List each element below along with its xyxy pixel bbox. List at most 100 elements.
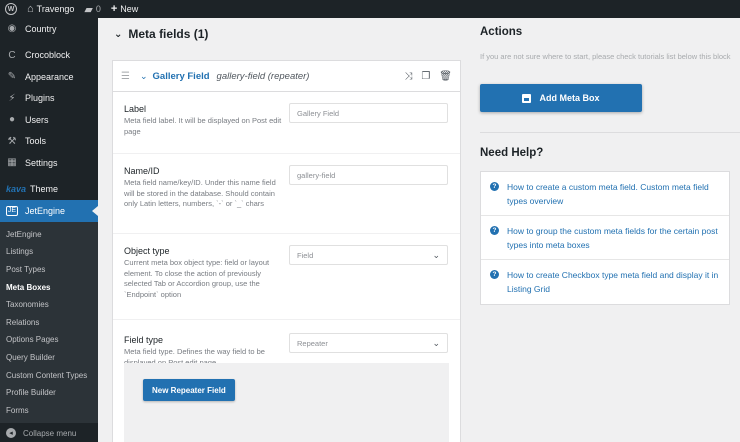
- sidebar-item-appearance[interactable]: ✎ Appearance: [0, 66, 98, 88]
- meta-fields-toggle[interactable]: ⌄ Meta fields (1): [114, 27, 208, 41]
- row-title: Name/ID: [124, 166, 160, 176]
- sidebar-item-jetengine[interactable]: JE JetEngine: [0, 200, 98, 222]
- help-list: ? How to create a custom meta field. Cus…: [480, 171, 730, 305]
- object-type-select[interactable]: Field ⌄: [289, 245, 448, 265]
- crocoblock-icon: C: [8, 49, 16, 61]
- plug-icon: ⚡: [8, 92, 16, 104]
- help-link[interactable]: ? How to group the custom meta fields fo…: [481, 216, 729, 260]
- add-meta-box-button[interactable]: Add Meta Box: [480, 84, 642, 112]
- row-description: Current meta box object type: field or l…: [124, 258, 270, 299]
- submenu-item-options-pages[interactable]: Options Pages: [0, 331, 98, 349]
- field-meta: gallery-field (repeater): [216, 70, 310, 82]
- wrench-icon: ⚒: [7, 135, 17, 147]
- sidebar-item-label: Theme: [30, 184, 59, 195]
- submenu-item-query-builder[interactable]: Query Builder: [0, 349, 98, 367]
- sidebar-item-label: Appearance: [25, 71, 74, 82]
- sidebar-item-plugins[interactable]: ⚡ Plugins: [0, 88, 98, 110]
- help-link[interactable]: ? How to create Checkbox type meta field…: [481, 260, 729, 304]
- object-type-label: Object type Current meta box object type…: [124, 246, 284, 300]
- wp-logo-menu[interactable]: W: [0, 0, 22, 18]
- repeater-fields-area: New Repeater Field: [124, 363, 449, 442]
- jetengine-submenu: JetEngine Listings Post Types Meta Boxes…: [0, 221, 98, 424]
- chevron-down-icon: ⌄: [114, 28, 123, 40]
- object-type-row: Object type Current meta box object type…: [113, 234, 460, 320]
- sidebar-item-users[interactable]: ● Users: [0, 109, 98, 131]
- submenu-item-jetengine[interactable]: JetEngine: [0, 226, 98, 244]
- submenu-item-listings[interactable]: Listings: [0, 243, 98, 261]
- sidebar-item-label: Settings: [25, 157, 58, 168]
- sidebar-item-label: Country: [25, 23, 57, 34]
- actions-panel: Actions If you are not sure where to sta…: [470, 18, 740, 442]
- help-title: Need Help?: [480, 147, 544, 159]
- submenu-item-taxonomies[interactable]: Taxonomies: [0, 296, 98, 314]
- help-link-text: How to create a custom meta field. Custo…: [507, 182, 709, 206]
- section-title: Meta fields (1): [128, 27, 209, 41]
- site-name: Travengo: [36, 4, 75, 14]
- help-link[interactable]: ? How to create a custom meta field. Cus…: [481, 172, 729, 216]
- jetengine-icon: JE: [6, 205, 18, 216]
- save-icon: [522, 93, 532, 103]
- plus-icon: +: [110, 3, 118, 15]
- row-title: Label: [124, 104, 147, 114]
- selected-value: Repeater: [297, 338, 328, 348]
- submenu-item-post-types[interactable]: Post Types: [0, 261, 98, 279]
- chevron-down-icon: ⌄: [432, 249, 440, 260]
- new-label: New: [120, 4, 139, 14]
- divider: [480, 132, 740, 133]
- meta-fields-panel: ⌄ Meta fields (1) ☰ ⌄ Gallery Field gall…: [98, 18, 470, 442]
- collapse-menu-button[interactable]: ◂ Collapse menu: [0, 424, 98, 442]
- help-link-text: How to create Checkbox type meta field a…: [507, 270, 719, 294]
- pin-icon: ◉: [7, 23, 17, 35]
- comments-count: 0: [95, 4, 101, 14]
- row-title: Field type: [124, 335, 164, 345]
- kava-logo: kava: [6, 184, 27, 195]
- name-id-row: Name/ID Meta field name/key/ID. Under th…: [113, 154, 460, 234]
- actions-hint: If you are not sure where to start, plea…: [480, 52, 731, 61]
- submenu-item-meta-boxes[interactable]: Meta Boxes: [0, 278, 98, 296]
- selected-value: Field: [297, 250, 314, 260]
- trash-icon[interactable]: 🗑: [439, 71, 452, 82]
- row-description: Meta field name/key/ID. Under this name …: [124, 178, 276, 208]
- brush-icon: ✎: [7, 71, 17, 83]
- admin-sidebar: ◉ Country C Crocoblock ✎ Appearance ⚡ Pl…: [0, 18, 98, 442]
- submenu-item-forms[interactable]: Forms: [0, 401, 98, 419]
- comment-icon: ▰: [84, 3, 93, 16]
- collapse-arrow-icon: ◂: [6, 428, 16, 438]
- help-link-text: How to group the custom meta fields for …: [507, 226, 718, 250]
- row-title: Object type: [124, 246, 170, 256]
- sidebar-item-tools[interactable]: ⚒ Tools: [0, 131, 98, 153]
- add-meta-box-label: Add Meta Box: [539, 93, 600, 103]
- shuffle-icon[interactable]: ⤨: [404, 71, 412, 82]
- label-input[interactable]: Gallery Field: [289, 103, 448, 123]
- drag-handle-icon[interactable]: ☰: [121, 71, 130, 82]
- home-icon: ⌂: [27, 3, 34, 15]
- sidebar-item-label: Plugins: [25, 93, 55, 104]
- question-icon: ?: [490, 226, 499, 235]
- site-name-link[interactable]: ⌂ Travengo: [22, 0, 79, 18]
- user-icon: ●: [8, 114, 16, 126]
- settings-icon: ▦: [7, 157, 17, 169]
- chevron-down-icon: ⌄: [432, 337, 440, 348]
- submenu-item-relations[interactable]: Relations: [0, 313, 98, 331]
- question-icon: ?: [490, 182, 499, 191]
- sidebar-item-label: Tools: [25, 136, 47, 147]
- label-row: Label Meta field label. It will be displ…: [113, 92, 460, 154]
- sidebar-item-settings[interactable]: ▦ Settings: [0, 152, 98, 174]
- name-id-input[interactable]: gallery-field: [289, 165, 448, 185]
- submenu-item-profile-builder[interactable]: Profile Builder: [0, 384, 98, 402]
- sidebar-item-theme[interactable]: kava Theme: [0, 179, 98, 201]
- field-card-header[interactable]: ☰ ⌄ Gallery Field gallery-field (repeate…: [113, 61, 460, 92]
- admin-bar: W ⌂ Travengo ▰ 0 + New Howdy, Admin: [0, 0, 740, 236]
- new-content-link[interactable]: + New: [106, 0, 143, 18]
- new-repeater-field-button[interactable]: New Repeater Field: [143, 379, 235, 401]
- sidebar-item-country[interactable]: ◉ Country: [0, 18, 98, 40]
- sidebar-item-label: Users: [25, 114, 49, 125]
- copy-icon[interactable]: ❐: [421, 71, 430, 82]
- field-actions: ⤨ ❐ 🗑: [404, 71, 452, 82]
- chevron-down-icon[interactable]: ⌄: [140, 71, 148, 82]
- comments-link[interactable]: ▰ 0: [79, 0, 105, 18]
- submenu-item-custom-content-types[interactable]: Custom Content Types: [0, 366, 98, 384]
- sidebar-item-label: JetEngine: [25, 205, 66, 216]
- sidebar-item-crocoblock[interactable]: C Crocoblock: [0, 45, 98, 67]
- field-type-select[interactable]: Repeater ⌄: [289, 333, 448, 353]
